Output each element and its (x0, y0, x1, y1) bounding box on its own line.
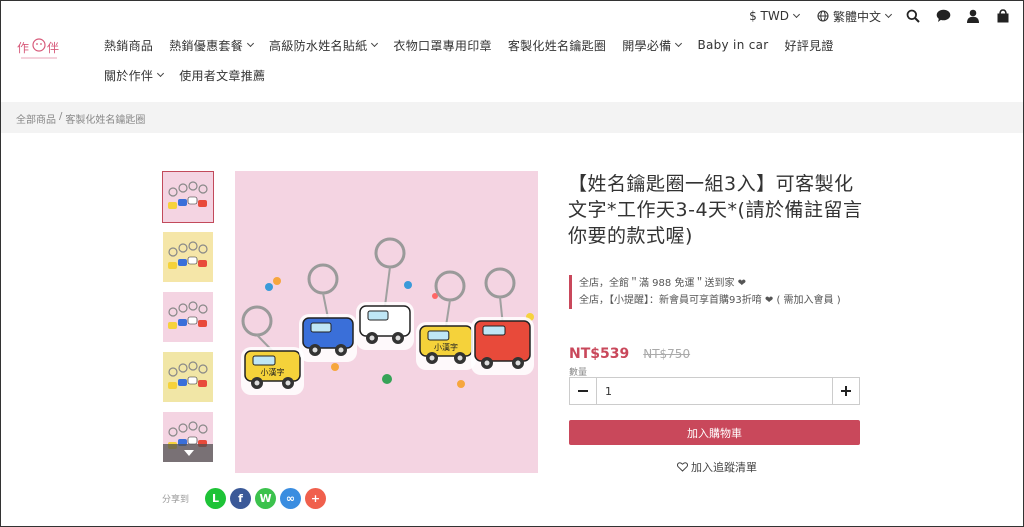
nav-item-label: 高級防水姓名貼紙 (269, 38, 368, 53)
nav-row-2: 關於作伴 使用者文章推薦 (104, 67, 824, 83)
chevron-down-icon (246, 39, 255, 48)
quantity-input[interactable]: 1 (596, 378, 833, 404)
thumbnail-3[interactable] (162, 291, 214, 343)
top-utility-bar: $ TWD 繁體中文 (731, 7, 1011, 25)
main-navigation: 熱銷商品 熱銷優惠套餐 高級防水姓名貼紙 衣物口罩專用印章 客製化姓名鑰匙圈 開學必備 Ba… (104, 37, 833, 97)
nav-item-row1-1[interactable]: 熱銷優惠套餐 (169, 37, 255, 54)
plus-icon (841, 386, 851, 396)
line-icon: L (212, 492, 220, 505)
share-label: 分享到 (162, 495, 190, 505)
chat-icon[interactable] (935, 8, 951, 24)
caret-down-icon (184, 450, 194, 456)
whatsapp-icon: W (259, 492, 272, 505)
nav-row-1: 熱銷商品 熱銷優惠套餐 高級防水姓名貼紙 衣物口罩專用印章 客製化姓名鑰匙圈 開學必備 Ba… (104, 37, 833, 54)
currency-selector[interactable]: $ TWD (749, 9, 801, 23)
language-label: 繁體中文 (832, 9, 881, 24)
svg-text:小漢字: 小漢字 (261, 367, 285, 377)
facebook-icon: f (238, 492, 243, 505)
original-price: NT$750 (643, 347, 691, 361)
thumbnail-4[interactable] (162, 351, 214, 403)
chevron-down-icon (792, 10, 801, 19)
nav-item-label: 熱銷商品 (104, 38, 154, 53)
breadcrumb-current: 客製化姓名鑰匙圈 (65, 115, 146, 126)
chevron-down-icon (884, 10, 893, 19)
chevron-down-icon (371, 39, 379, 48)
nav-item-label: 好評見證 (784, 38, 834, 53)
share-copy-link-button[interactable]: ∞ (280, 488, 302, 509)
share-facebook-button[interactable]: f (230, 488, 252, 509)
share-more-button[interactable]: + (305, 488, 327, 509)
svg-text:伴: 伴 (47, 41, 59, 55)
wishlist-button[interactable]: 加入追蹤清單 (677, 459, 757, 475)
keychains-illustration: 小漢字小漢字 (241, 237, 534, 395)
breadcrumb: 全部商品 / 客製化姓名鑰匙圈 (16, 111, 148, 126)
price-block: NT$539 NT$750 (569, 346, 690, 362)
site-header: 作 伴 $ TWD 繁體中文 熱銷商品 熱銷優惠套餐 高級防水姓名貼紙 衣物口罩… (1, 1, 1023, 102)
product-title: 【姓名鑰匙圈一組3入】可客製化文字*工作天3-4天*(請於備註留言你要的款式喔) (568, 173, 863, 247)
product-main-image[interactable]: 小漢字 小漢字 (235, 171, 538, 473)
nav-item-row1-4[interactable]: 客製化姓名鑰匙圈 (508, 37, 606, 54)
add-to-cart-button[interactable]: 加入購物車 (569, 420, 860, 445)
globe-icon (817, 10, 829, 22)
nav-item-row1-7[interactable]: 好評見證 (785, 37, 834, 54)
heart-icon (677, 462, 688, 472)
nav-item-label: 使用者文章推薦 (179, 68, 266, 83)
wishlist-label: 加入追蹤清單 (691, 461, 757, 474)
svg-text:作: 作 (17, 41, 29, 55)
nav-item-row1-2[interactable]: 高級防水姓名貼紙 (269, 37, 379, 54)
search-icon[interactable] (905, 8, 921, 24)
user-icon[interactable] (965, 8, 981, 24)
sale-price: NT$539 (569, 346, 630, 362)
thumbnail-1[interactable] (162, 171, 214, 223)
svg-text:小漢字: 小漢字 (434, 342, 458, 352)
chevron-down-icon (675, 39, 683, 48)
language-selector[interactable]: 繁體中文 (817, 8, 893, 25)
share-line-button[interactable]: L (205, 488, 227, 509)
breadcrumb-separator: / (59, 111, 63, 122)
nav-item-label: 關於作伴 (104, 68, 154, 83)
copy-link-icon: ∞ (285, 492, 296, 505)
currency-label: $ TWD (749, 9, 789, 23)
nav-item-label: 客製化姓名鑰匙圈 (507, 38, 607, 53)
promo-line-2: 全店，【小提醒】：新會員可享首購93折唷 ❤ ( 需加入會員 ) (579, 295, 841, 306)
share-whatsapp-button[interactable]: W (255, 488, 277, 509)
share-buttons: Lf W ∞ + (205, 488, 330, 509)
chevron-down-icon (157, 69, 165, 78)
quantity-increase-button[interactable] (833, 378, 859, 404)
thumbnail-gallery (162, 171, 216, 471)
nav-item-row1-6[interactable]: Baby in car (697, 38, 768, 52)
nav-item-label: Baby in car (697, 38, 769, 52)
nav-item-label: 熱銷優惠套餐 (169, 38, 244, 53)
nav-item-row2-0[interactable]: 關於作伴 (104, 67, 165, 84)
quantity-decrease-button[interactable] (570, 378, 596, 404)
cart-icon[interactable] (995, 8, 1011, 24)
minus-icon (578, 390, 588, 392)
share-bar: 分享到 Lf W ∞ + (162, 488, 330, 509)
nav-item-row1-5[interactable]: 開學必備 (622, 37, 683, 54)
thumbnail-2[interactable] (162, 231, 214, 283)
nav-item-label: 開學必備 (622, 38, 672, 53)
brand-logo[interactable]: 作 伴 (15, 34, 63, 64)
thumbnail-5[interactable] (162, 411, 214, 463)
thumbnail-scroll-down-button[interactable] (163, 444, 213, 462)
more-icon: + (310, 492, 321, 505)
nav-item-row1-3[interactable]: 衣物口罩專用印章 (393, 37, 491, 54)
nav-item-row1-0[interactable]: 熱銷商品 (104, 37, 153, 54)
nav-item-row2-1[interactable]: 使用者文章推薦 (179, 67, 265, 84)
product-section: 小漢字 小漢字 分享到 Lf W ∞ + 【姓名鑰匙圈一組3入】可客製化文字*工作天3-… (1, 133, 1023, 526)
breadcrumb-home-link[interactable]: 全部商品 (16, 111, 56, 126)
nav-item-label: 衣物口罩專用印章 (393, 38, 492, 53)
promo-line-1: 全店，全館＂滿 988 免運＂送到家 ❤ (579, 278, 747, 289)
promo-notice: 全店，全館＂滿 988 免運＂送到家 ❤ 全店，【小提醒】：新會員可享首購93折… (569, 275, 864, 309)
quantity-stepper: 1 (569, 377, 860, 405)
